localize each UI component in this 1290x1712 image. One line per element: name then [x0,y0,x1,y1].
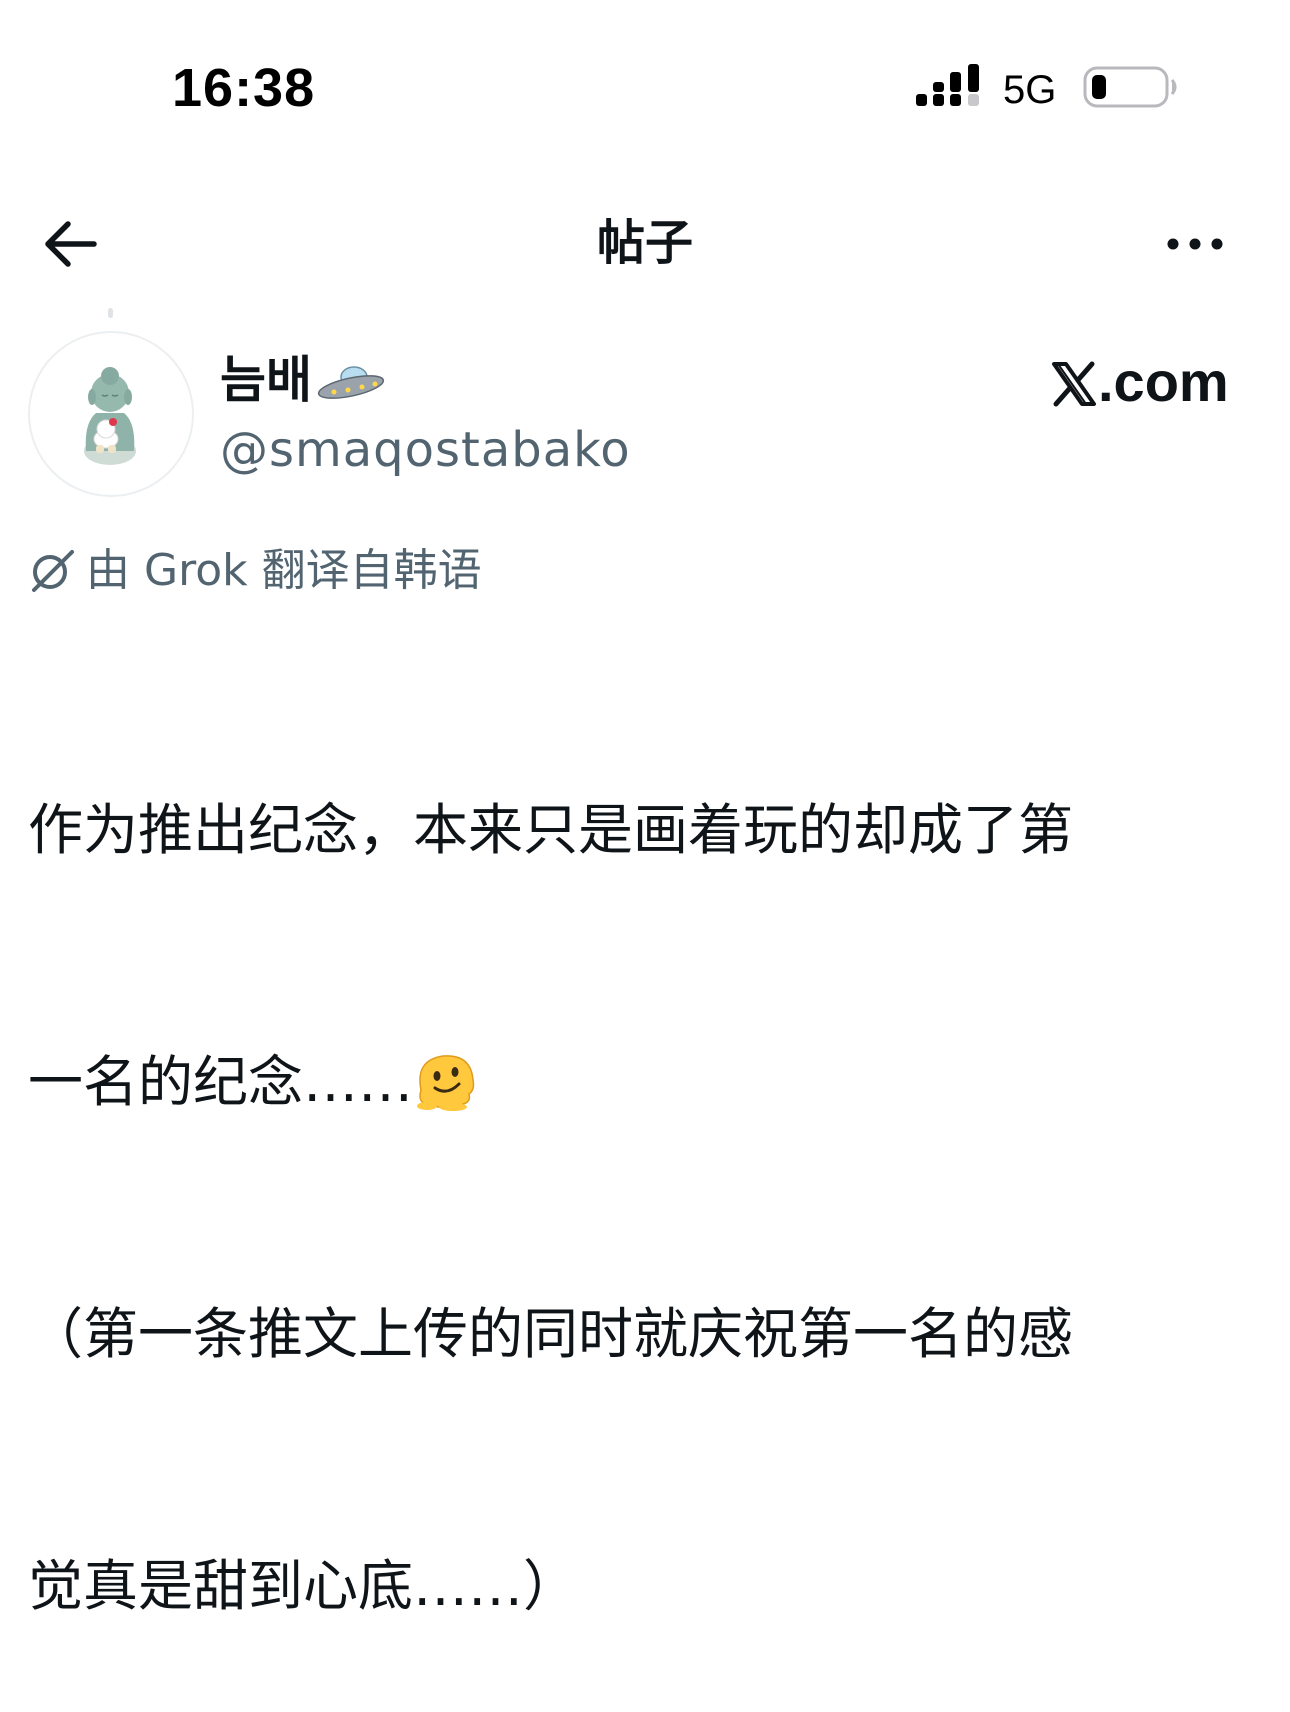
network-type: 5G [1003,68,1057,112]
thread-connector [108,308,113,318]
flying-saucer-emoji [317,365,385,399]
signal-bars-icon [916,64,979,106]
post-line-1: 作为推出纪念，本来只是画着玩的却成了第 [28,798,1074,862]
page-title: 帖子 [596,215,693,271]
author-name-text: 늠배 [220,351,312,409]
more-horizontal-icon [1167,238,1223,250]
avatar[interactable] [28,331,194,497]
watermark-text: .com [1098,350,1229,413]
grok-icon [32,550,74,592]
post-body: 作为推出纪念，本来只是画着玩的却成了第 一名的纪念…… （第一条推文上传的同时就… [28,620,1258,1712]
post-line-2-text: 一名的纪念…… [28,1050,414,1114]
post-line-2: 一名的纪念…… [28,1040,1258,1124]
more-button[interactable] [1160,222,1230,266]
author-display-name[interactable]: 늠배 [220,350,386,410]
melting-face-emoji [417,1055,475,1111]
status-time: 16:38 [172,58,316,118]
translation-label: 由 Grok 翻译自韩语 [86,545,482,596]
post-line-4: 觉真是甜到心底……） [28,1554,579,1618]
translation-notice[interactable]: 由 Grok 翻译自韩语 [28,541,482,601]
x-logo [1052,361,1096,407]
post-line-3: （第一条推文上传的同时就庆祝第一名的感 [28,1302,1074,1366]
author-handle[interactable]: @smaqostabako [220,420,631,480]
buddha-figurine-avatar [84,367,136,465]
x-com-watermark: .com [1050,350,1229,414]
battery-icon [1083,66,1177,108]
